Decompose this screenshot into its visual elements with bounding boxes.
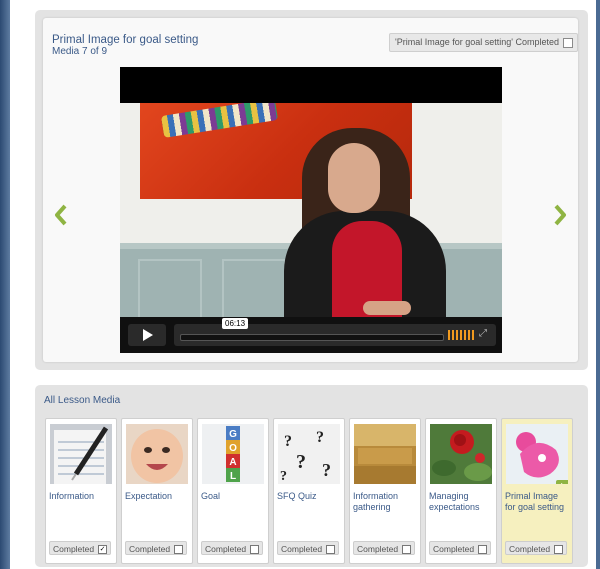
completed-toggle[interactable]: Completed: [201, 541, 263, 555]
completed-toggle[interactable]: Completed: [125, 541, 187, 555]
video-time-tooltip: 06:13: [222, 318, 249, 329]
svg-text:?: ?: [284, 433, 292, 450]
lesson-media-card-information-gathering[interactable]: Information gathering Completed: [349, 418, 421, 564]
lesson-media-panel: All Lesson Media Information Completed ✓: [35, 385, 588, 567]
mark-completed-toggle[interactable]: 'Primal Image for goal setting' Complete…: [389, 33, 579, 52]
svg-text:G: G: [229, 429, 237, 440]
media-title: Primal Image for goal setting: [52, 34, 199, 46]
pink-toy-thumbnail[interactable]: [506, 424, 568, 484]
completed-checkbox[interactable]: [554, 545, 563, 554]
completed-toggle[interactable]: Completed: [353, 541, 415, 555]
fullscreen-icon[interactable]: ⤢: [477, 328, 489, 340]
svg-text:?: ?: [322, 460, 331, 480]
video-progress-bar[interactable]: [180, 334, 444, 341]
completed-checkbox[interactable]: [326, 545, 335, 554]
lesson-media-card-primal-image[interactable]: Primal Image for goal setting Completed: [501, 418, 573, 564]
red-rose-thumbnail[interactable]: [430, 424, 492, 484]
window-left-border: [0, 0, 10, 569]
lesson-media-label: Managing expectations: [429, 491, 480, 512]
svg-text:A: A: [229, 457, 236, 468]
svg-text:?: ?: [296, 451, 306, 473]
previous-media-arrow-icon[interactable]: [53, 204, 69, 226]
svg-text:?: ?: [316, 429, 324, 446]
lesson-media-label: Information: [49, 491, 95, 501]
video-progress-area: 06:13 ⤢: [174, 318, 496, 346]
window-right-border: [596, 0, 600, 569]
completed-checkbox[interactable]: [174, 545, 183, 554]
video-player[interactable]: 06:13 ⤢: [120, 67, 502, 353]
question-marks-thumbnail[interactable]: ? ? ? ? ?: [278, 424, 340, 484]
page: Primal Image for goal setting Media 7 of…: [10, 0, 596, 569]
now-playing-icon: [556, 480, 568, 484]
video-controls-bar: 06:13 ⤢: [120, 317, 502, 353]
completed-toggle[interactable]: Completed ✓: [49, 541, 111, 555]
baby-face-thumbnail[interactable]: [126, 424, 188, 484]
media-player-card: Primal Image for goal setting Media 7 of…: [43, 18, 579, 362]
completed-toggle[interactable]: Completed: [429, 541, 491, 555]
completed-checkbox[interactable]: [250, 545, 259, 554]
lesson-media-card-managing-expectations[interactable]: Managing expectations Completed: [425, 418, 497, 564]
speaker-person: [328, 143, 380, 213]
lesson-media-label: Information gathering: [353, 491, 399, 512]
lesson-media-label: Expectation: [125, 491, 173, 501]
volume-icon[interactable]: [448, 330, 474, 340]
video-frame-image[interactable]: [120, 103, 502, 317]
lesson-media-label: Primal Image for goal setting: [505, 491, 565, 512]
completed-checkbox[interactable]: [402, 545, 411, 554]
media-player-panel: Primal Image for goal setting Media 7 of…: [35, 10, 588, 370]
play-icon: [143, 329, 153, 341]
completed-toggle[interactable]: Completed: [277, 541, 339, 555]
svg-text:L: L: [230, 471, 236, 482]
play-button[interactable]: [128, 324, 166, 346]
lesson-media-label: SFQ Quiz: [277, 491, 317, 501]
lesson-media-card-expectation[interactable]: Expectation Completed: [121, 418, 193, 564]
lesson-media-card-goal[interactable]: GOAL Goal Completed: [197, 418, 269, 564]
mark-completed-checkbox[interactable]: [563, 38, 574, 48]
completed-toggle[interactable]: Completed: [505, 541, 567, 555]
lesson-media-label: Goal: [201, 491, 221, 501]
lesson-media-heading: All Lesson Media: [44, 395, 121, 406]
svg-text:O: O: [229, 443, 237, 454]
completed-checkbox[interactable]: [478, 545, 487, 554]
lesson-media-card-sfq-quiz[interactable]: ? ? ? ? ? SFQ Quiz Completed: [273, 418, 345, 564]
goal-blocks-thumbnail[interactable]: GOAL: [202, 424, 264, 484]
next-media-arrow-icon[interactable]: [552, 204, 568, 226]
completed-checkbox[interactable]: ✓: [98, 545, 107, 554]
svg-text:?: ?: [280, 469, 287, 484]
lesson-media-card-information[interactable]: Information Completed ✓: [45, 418, 117, 564]
mark-completed-label: 'Primal Image for goal setting' Complete…: [395, 37, 560, 47]
media-counter: Media 7 of 9: [52, 46, 108, 57]
notepad-pen-thumbnail[interactable]: [50, 424, 112, 484]
hay-bales-thumbnail[interactable]: [354, 424, 416, 484]
